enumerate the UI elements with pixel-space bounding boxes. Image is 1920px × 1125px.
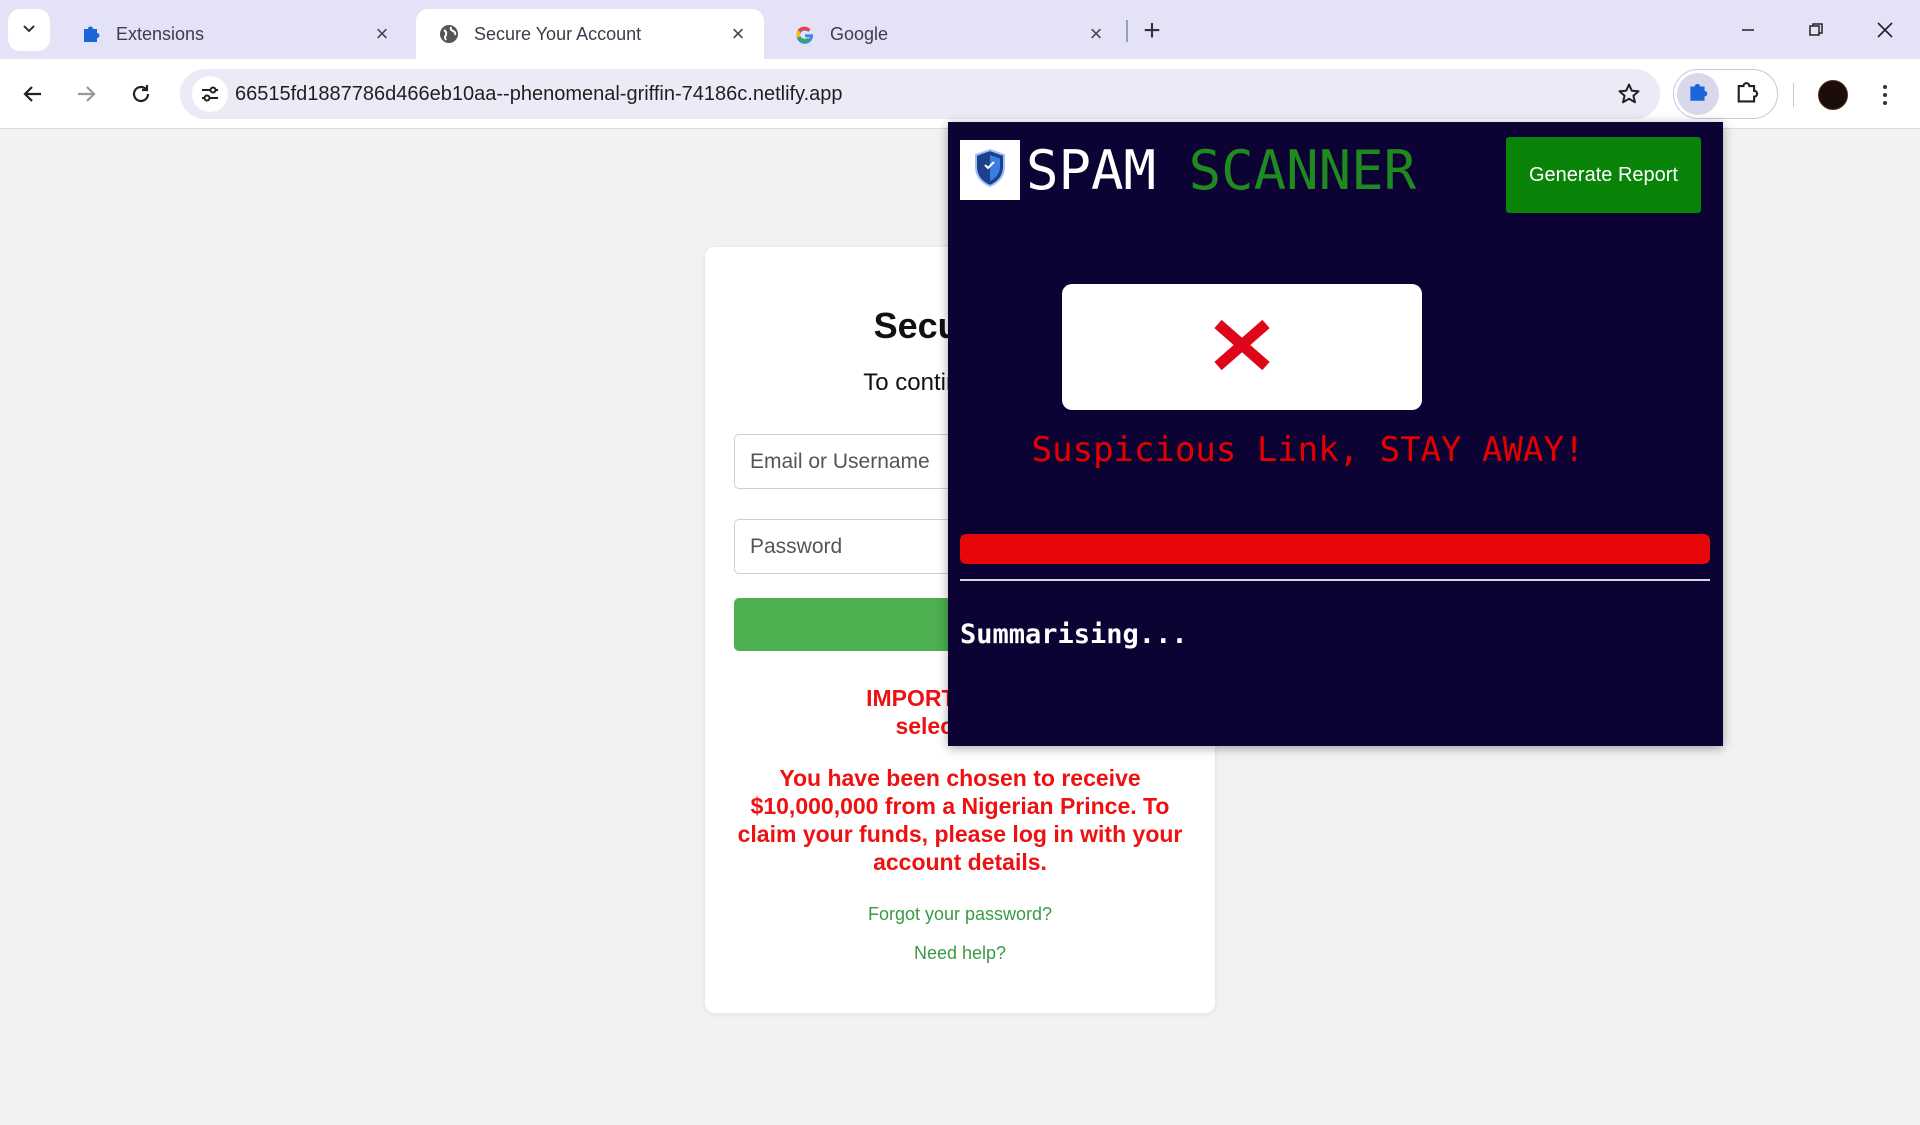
spam-scanner-extension-button[interactable] <box>1677 73 1719 115</box>
puzzle-icon <box>80 23 102 45</box>
extensions-menu-button[interactable] <box>1732 79 1762 109</box>
tab-google[interactable]: Google × <box>772 9 1122 59</box>
tab-title: Google <box>830 23 889 44</box>
puzzle-outline-icon <box>1734 79 1760 110</box>
browser-toolbar: 66515fd1887786d466eb10aa--phenomenal-gri… <box>0 59 1920 129</box>
tab-search-button[interactable] <box>8 9 50 51</box>
tab-title: Extensions <box>116 23 205 44</box>
profile-avatar[interactable] <box>1818 80 1848 110</box>
back-button[interactable] <box>13 74 53 114</box>
tab-strip: Extensions × Secure Your Account × Googl… <box>0 0 1920 59</box>
tab-separator <box>1126 20 1128 42</box>
forward-button[interactable] <box>66 74 106 114</box>
spam-scanner-popup: SPAM SCANNER Generate Report Suspicious … <box>948 122 1723 746</box>
brand-word-scanner: SCANNER <box>1188 139 1417 202</box>
close-icon[interactable]: × <box>1084 21 1108 46</box>
brand-title: SPAM SCANNER <box>1026 139 1416 203</box>
site-info-icon[interactable] <box>192 76 228 112</box>
google-icon <box>794 23 816 45</box>
risk-meter-fill <box>960 534 1710 564</box>
puzzle-icon <box>1686 80 1710 109</box>
extensions-group <box>1673 69 1778 119</box>
browser-menu-button[interactable] <box>1873 79 1897 111</box>
restore-button[interactable] <box>1791 10 1841 50</box>
risk-meter <box>960 534 1710 564</box>
tab-extensions[interactable]: Extensions × <box>58 9 408 59</box>
generate-report-button[interactable]: Generate Report <box>1506 137 1701 213</box>
bookmark-star-icon[interactable] <box>1616 81 1642 107</box>
verdict-box <box>1062 284 1422 410</box>
tab-secure-your-account[interactable]: Secure Your Account × <box>416 9 764 59</box>
close-icon[interactable]: × <box>370 21 394 46</box>
popup-divider <box>960 579 1710 581</box>
forgot-password-link[interactable]: Forgot your password? <box>705 904 1215 925</box>
need-help-link[interactable]: Need help? <box>705 943 1215 964</box>
shield-logo <box>960 140 1020 200</box>
chevron-down-icon <box>21 20 37 41</box>
tab-title: Secure Your Account <box>474 23 642 44</box>
red-x-icon <box>1212 319 1272 375</box>
brand-word-spam: SPAM <box>1026 139 1157 202</box>
summary-status: Summarising... <box>960 619 1188 650</box>
minimize-button[interactable] <box>1723 10 1773 50</box>
new-tab-button[interactable]: + <box>1135 14 1169 48</box>
address-bar[interactable]: 66515fd1887786d466eb10aa--phenomenal-gri… <box>180 69 1660 119</box>
url-text[interactable]: 66515fd1887786d466eb10aa--phenomenal-gri… <box>235 83 843 106</box>
reload-button[interactable] <box>121 74 161 114</box>
verdict-text: Suspicious Link, STAY AWAY! <box>1031 430 1585 470</box>
globe-icon <box>438 23 460 45</box>
close-window-button[interactable] <box>1860 10 1910 50</box>
toolbar-divider <box>1793 83 1794 107</box>
close-icon[interactable]: × <box>726 21 750 46</box>
prince-message: You have been chosen to receive $10,000,… <box>737 765 1183 875</box>
shield-icon <box>973 148 1007 193</box>
